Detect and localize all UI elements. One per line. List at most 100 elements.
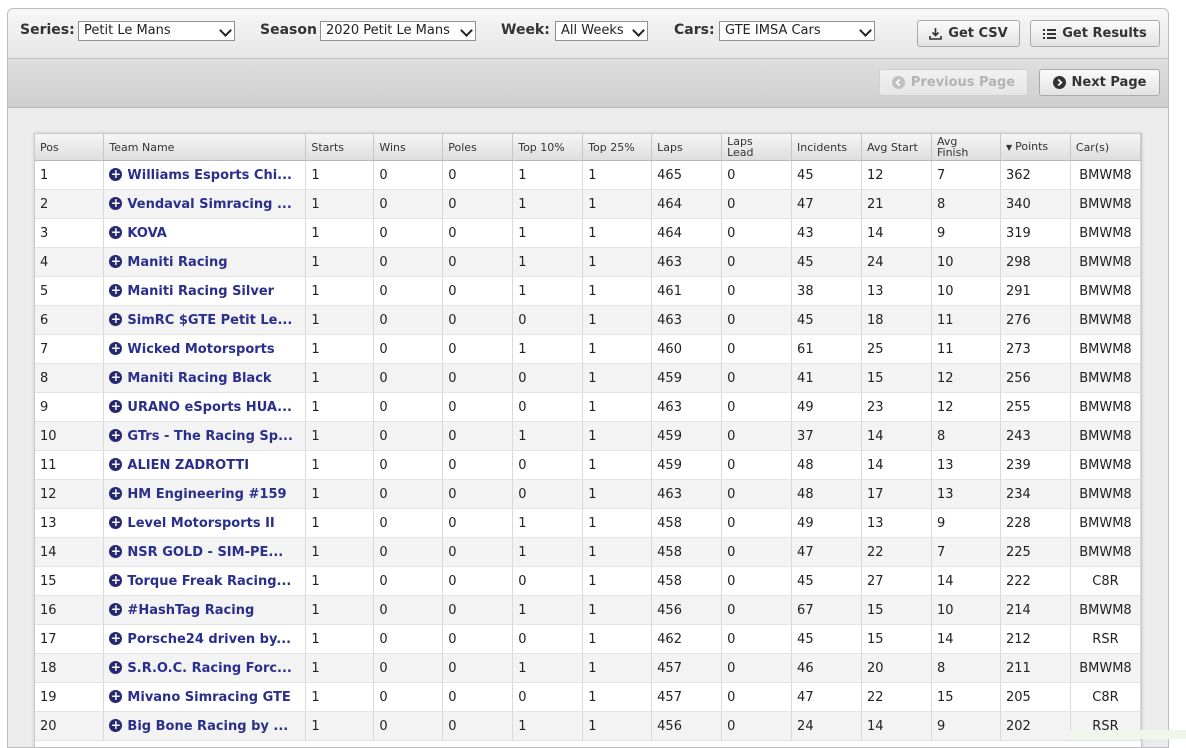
cell-inc: 45 — [791, 160, 863, 190]
expand-plus-icon[interactable]: + — [109, 631, 123, 645]
team-name-link[interactable]: Williams Esports Chi... — [127, 168, 292, 183]
table-row: 3 + KOVA 1 0 0 1 1 464 0 43 14 9 319 BMWM8 — [35, 218, 1142, 248]
team-cell: + HM Engineering #159 — [103, 479, 307, 509]
cell-top25: 1 — [582, 218, 653, 248]
cell-car: BMWM8 — [1070, 595, 1142, 625]
team-cell: + Wicked Motorsports — [103, 334, 307, 364]
column-header-top-25[interactable]: Top 25% — [582, 134, 653, 161]
week-select[interactable]: All Weeks — [555, 21, 648, 41]
cell-car: BMWM8 — [1070, 450, 1142, 480]
team-name-link[interactable]: GTrs - The Racing Sp... — [127, 429, 292, 444]
team-name-link[interactable]: ALIEN ZADROTTI — [127, 458, 249, 473]
expand-plus-icon[interactable]: + — [109, 457, 123, 471]
cell-inc: 37 — [791, 421, 863, 451]
column-header-poles[interactable]: Poles — [442, 134, 514, 161]
column-header-label: Top 10% — [518, 140, 565, 154]
cell-starts: 1 — [305, 450, 375, 480]
cell-pos: 10 — [35, 421, 105, 451]
expand-plus-icon[interactable]: + — [109, 660, 123, 674]
expand-plus-icon[interactable]: + — [109, 573, 123, 587]
expand-plus-icon[interactable]: + — [109, 544, 123, 558]
chevron-down-icon — [632, 24, 645, 37]
expand-plus-icon[interactable]: + — [109, 602, 123, 616]
cars-select[interactable]: GTE IMSA Cars — [719, 21, 875, 41]
team-name-link[interactable]: Mivano Simracing GTE — [127, 690, 290, 705]
get-csv-button[interactable]: Get CSV — [917, 20, 1020, 47]
table-row: 18 + S.R.O.C. Racing Forc... 1 0 0 1 1 457 0 46 20 8… — [35, 653, 1142, 683]
chevron-down-icon — [219, 24, 232, 37]
previous-page-button[interactable]: Previous Page — [879, 69, 1028, 96]
next-page-label: Next Page — [1071, 75, 1147, 90]
season-select[interactable]: 2020 Petit Le Mans — [320, 21, 476, 41]
expand-plus-icon[interactable]: + — [109, 312, 123, 326]
get-results-button[interactable]: Get Results — [1030, 20, 1160, 47]
expand-plus-icon[interactable]: + — [109, 225, 123, 239]
cell-starts: 1 — [305, 508, 375, 538]
cell-top10: 0 — [512, 682, 584, 712]
cell-starts: 1 — [305, 711, 375, 741]
team-name-link[interactable]: #HashTag Racing — [127, 603, 254, 618]
team-name-link[interactable]: Vendaval Simracing ... — [127, 197, 291, 212]
team-cell: + Porsche24 driven by... — [103, 624, 307, 654]
cell-top25: 1 — [582, 334, 653, 364]
cell-pos: 4 — [35, 247, 105, 277]
team-name-link[interactable]: Level Motorsports II — [127, 516, 274, 531]
team-name-link[interactable]: Maniti Racing Black — [127, 371, 271, 386]
cell-avgfinish: 11 — [931, 305, 1001, 335]
column-header-top-10[interactable]: Top 10% — [512, 134, 584, 161]
expand-plus-icon[interactable]: + — [109, 167, 123, 181]
column-header-team-name[interactable]: Team Name — [103, 134, 307, 161]
cell-laps: 457 — [651, 682, 723, 712]
cell-points: 273 — [1000, 334, 1071, 364]
column-header-laps[interactable]: Laps — [651, 134, 723, 161]
cell-poles: 0 — [442, 653, 514, 683]
team-name-link[interactable]: Torque Freak Racing... — [127, 574, 291, 589]
expand-plus-icon[interactable]: + — [109, 486, 123, 500]
column-header-avg-start[interactable]: Avg Start — [861, 134, 932, 161]
team-name-link[interactable]: URANO eSports HUA... — [127, 400, 292, 415]
team-name-link[interactable]: Maniti Racing Silver — [127, 284, 274, 299]
team-name-link[interactable]: S.R.O.C. Racing Forc... — [127, 661, 291, 676]
team-name-link[interactable]: SimRC $GTE Petit Le... — [127, 313, 292, 328]
expand-plus-icon[interactable]: + — [109, 341, 123, 355]
next-page-button[interactable]: Next Page — [1039, 69, 1160, 96]
team-name-link[interactable]: Big Bone Racing by ... — [127, 719, 288, 734]
cell-laps: 463 — [651, 247, 723, 277]
expand-plus-icon[interactable]: + — [109, 254, 123, 268]
team-name-link[interactable]: KOVA — [127, 226, 166, 241]
column-header-starts[interactable]: Starts — [305, 134, 375, 161]
team-name-link[interactable]: Porsche24 driven by... — [127, 632, 291, 647]
team-name-link[interactable]: Maniti Racing — [127, 255, 227, 270]
cell-laps: 460 — [651, 334, 723, 364]
table-row: 14 + NSR GOLD - SIM-PE... 1 0 0 1 1 458 0 47 22 7 225… — [35, 537, 1142, 567]
column-header-avg-finish[interactable]: Avg Finish — [931, 134, 1001, 161]
column-header-wins[interactable]: Wins — [373, 134, 444, 161]
team-name-link[interactable]: NSR GOLD - SIM-PE... — [127, 545, 283, 560]
column-header-points[interactable]: ▼ Points — [1000, 134, 1071, 161]
column-header-incidents[interactable]: Incidents — [791, 134, 863, 161]
table-row: 8 + Maniti Racing Black 1 0 0 0 1 459 0 41 15 12 256 B… — [35, 363, 1142, 393]
column-header-pos[interactable]: Pos — [35, 134, 105, 161]
expand-plus-icon[interactable]: + — [109, 399, 123, 413]
cell-points: 211 — [1000, 653, 1071, 683]
cell-points: 243 — [1000, 421, 1071, 451]
expand-plus-icon[interactable]: + — [109, 689, 123, 703]
team-name-link[interactable]: Wicked Motorsports — [127, 342, 274, 357]
team-name-link[interactable]: HM Engineering #159 — [127, 487, 286, 502]
expand-plus-icon[interactable]: + — [109, 370, 123, 384]
cell-top25: 1 — [582, 508, 653, 538]
team-cell: + #HashTag Racing — [103, 595, 307, 625]
expand-plus-icon[interactable]: + — [109, 283, 123, 297]
cell-pos: 18 — [35, 653, 105, 683]
expand-plus-icon[interactable]: + — [109, 428, 123, 442]
series-select[interactable]: Petit Le Mans — [78, 21, 235, 41]
cell-wins: 0 — [373, 653, 444, 683]
expand-plus-icon[interactable]: + — [109, 515, 123, 529]
expand-plus-icon[interactable]: + — [109, 718, 123, 732]
cell-top25: 1 — [582, 421, 653, 451]
expand-plus-icon[interactable]: + — [109, 196, 123, 210]
cell-poles: 0 — [442, 363, 514, 393]
column-header-label: Points — [1015, 140, 1049, 153]
column-header-cars[interactable]: Car(s) — [1070, 134, 1142, 161]
column-header-laps-lead[interactable]: Laps Lead — [721, 134, 793, 161]
